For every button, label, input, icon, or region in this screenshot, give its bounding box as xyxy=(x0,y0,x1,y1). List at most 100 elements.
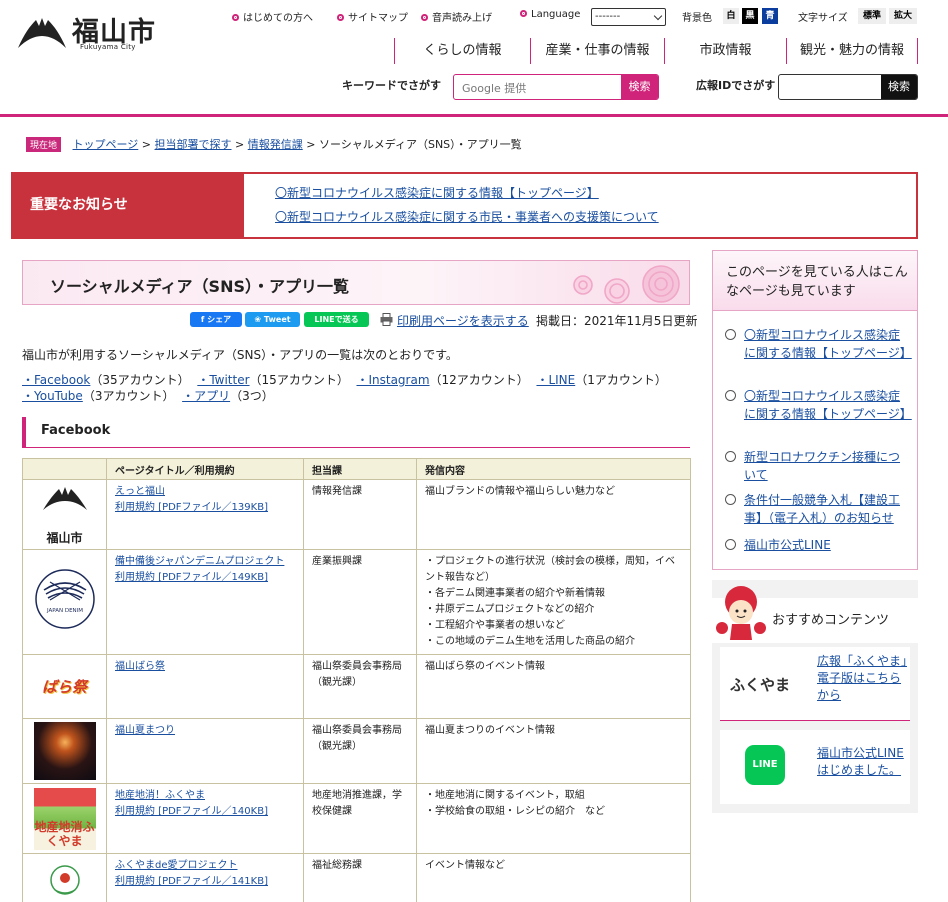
id-search-input[interactable]: 検索 xyxy=(778,74,918,100)
breadcrumb-top[interactable]: トップページ xyxy=(73,138,139,151)
font-standard-button[interactable]: 標準 xyxy=(858,8,886,24)
link-first-visit[interactable]: はじめての方へ xyxy=(232,9,313,24)
terms-link[interactable]: 利用規約 [PDFファイル／141KB] xyxy=(115,874,295,890)
terms-link[interactable]: 利用規約 [PDFファイル／140KB] xyxy=(115,804,295,820)
notice-title: 重要なお知らせ xyxy=(13,174,244,237)
account-image-cell: ばら祭 xyxy=(22,654,107,719)
account-image-cell: JAPAN DENIM xyxy=(22,549,107,655)
id-search-label: 広報IDでさがす xyxy=(696,79,776,92)
chevron-down-icon xyxy=(653,11,663,21)
recommend-item-line[interactable]: LINE 福山市公式LINEはじめました。 xyxy=(720,730,910,804)
id-search-button[interactable]: 検索 xyxy=(881,75,917,99)
related-link[interactable]: 条件付一般競争入札【建設工事】（電子入札）のお知らせ xyxy=(725,491,910,527)
index-line[interactable]: ・LINE xyxy=(536,373,575,387)
table-header: 発信内容 xyxy=(416,458,691,480)
page-link[interactable]: ふくやまde愛プロジェクト xyxy=(115,858,295,874)
terms-link[interactable]: 利用規約 [PDFファイル／149KB] xyxy=(115,570,295,586)
link-icon xyxy=(725,539,736,550)
line-send-button[interactable]: LINEで送る xyxy=(304,312,369,327)
bg-blue-button[interactable]: 青 xyxy=(762,8,778,24)
breadcrumb-dept[interactable]: 担当部署で探す xyxy=(155,138,232,151)
index-apps[interactable]: ・アプリ xyxy=(182,389,230,403)
account-image-cell: 福山市 xyxy=(22,479,107,550)
table-row: JAPAN DENIM 備中備後ジャパンデニムプロジェクト 利用規約 [PDFフ… xyxy=(22,549,691,655)
content-cell: 福山ばら祭のイベント情報 xyxy=(416,654,691,719)
content-cell: ・プロジェクトの進行状況（検討会の模様，周知，イベント報告など） ・各デニム関連… xyxy=(416,549,691,655)
bg-color-label: 背景色 xyxy=(682,13,712,24)
bg-black-button[interactable]: 黒 xyxy=(742,8,758,24)
language-select[interactable]: ------- xyxy=(591,8,666,26)
page-link[interactable]: 福山ばら祭 xyxy=(115,659,295,675)
recommend-link[interactable]: 福山市公式LINEはじめました。 xyxy=(817,745,910,779)
content-line: イベント情報など xyxy=(425,860,505,871)
content-line: 福山夏まつりのイベント情報 xyxy=(425,725,555,736)
page-link[interactable]: 福山夏まつり xyxy=(115,723,295,739)
fireworks-image xyxy=(33,722,96,780)
keyword-search-input[interactable]: Google 提供 検索 xyxy=(453,74,659,100)
important-notice: 重要なお知らせ 〇新型コロナウイルス感染症に関する情報【トップページ】 〇新型コ… xyxy=(11,172,918,239)
bara-festival-logo-icon: ばら祭 xyxy=(33,669,96,704)
recommend-item-koho[interactable]: ふくやま 広報「ふくやま」電子版はこちらから xyxy=(720,647,910,721)
bg-white-button[interactable]: 白 xyxy=(723,8,739,24)
table-header xyxy=(22,458,107,480)
print-page-link[interactable]: 印刷用ページを表示する xyxy=(397,312,529,329)
nav-living[interactable]: くらしの情報 xyxy=(394,38,530,64)
index-twitter[interactable]: ・Twitter xyxy=(197,373,249,387)
content-line: ・地産地消に関するイベント，取組 xyxy=(425,790,585,801)
related-link[interactable]: 〇新型コロナウイルス感染症に関する情報【トップページ】 xyxy=(725,326,912,362)
keyword-search-label: キーワードでさがす xyxy=(342,79,441,92)
title-cell: 福山夏まつり xyxy=(106,718,304,784)
bullet-icon xyxy=(421,14,428,21)
page-title-box: ソーシャルメディア（SNS）・アプリ一覧 xyxy=(22,260,690,305)
content-line: ・プロジェクトの進行状況（検討会の模様，周知，イベント報告など） xyxy=(425,556,675,583)
nav-industry[interactable]: 産業・仕事の情報 xyxy=(530,38,664,64)
terms-link[interactable]: 利用規約 [PDFファイル／139KB] xyxy=(115,500,295,516)
twitter-tweet-button[interactable]: ❀ Tweet xyxy=(245,312,300,327)
link-voice-reading[interactable]: 音声読み上げ xyxy=(421,9,492,24)
site-header: 福山市 Fukuyama City はじめての方へ サイトマップ 音声読み上げ … xyxy=(0,0,948,117)
index-count: （3つ） xyxy=(230,389,274,403)
table-row: 福山夏まつり 福山祭委員会事務局（観光課） 福山夏まつりのイベント情報 xyxy=(22,718,691,784)
dept-cell: 福祉総務課 xyxy=(303,853,417,902)
table-header: ページタイトル／利用規約 xyxy=(106,458,304,480)
index-instagram[interactable]: ・Instagram xyxy=(356,373,429,387)
title-cell: ふくやまde愛プロジェクト 利用規約 [PDFファイル／141KB] xyxy=(106,853,304,902)
page-link[interactable]: 備中備後ジャパンデニムプロジェクト xyxy=(115,554,295,570)
city-logo-icon[interactable] xyxy=(18,16,66,50)
breadcrumb-info-section[interactable]: 情報発信課 xyxy=(248,138,303,151)
title-cell: えっと福山 利用規約 [PDFファイル／139KB] xyxy=(106,479,304,550)
twitter-icon: ❀ xyxy=(254,315,264,324)
dept-cell: 地産地消推進課，学校保健課 xyxy=(303,783,417,854)
notice-link-covid-support[interactable]: 〇新型コロナウイルス感染症に関する市民・事業者への支援策について xyxy=(275,208,659,225)
sns-index: ・Facebook（35アカウント） ・Twitter（15アカウント） ・In… xyxy=(22,372,667,388)
notice-link-covid-info[interactable]: 〇新型コロナウイルス感染症に関する情報【トップページ】 xyxy=(275,184,599,201)
page-link[interactable]: 地産地消！ふくやま xyxy=(115,788,295,804)
content-line: 福山ばら祭のイベント情報 xyxy=(425,661,545,672)
recommend-link[interactable]: 広報「ふくやま」電子版はこちらから xyxy=(817,653,910,704)
font-large-button[interactable]: 拡大 xyxy=(889,8,917,24)
related-link[interactable]: 〇新型コロナウイルス感染症に関する情報【トップページ】 xyxy=(725,387,912,423)
link-sitemap[interactable]: サイトマップ xyxy=(337,9,408,24)
japan-denim-logo-icon: JAPAN DENIM xyxy=(34,569,95,629)
index-facebook[interactable]: ・Facebook xyxy=(22,373,90,387)
related-pages-title: このページを見ている人はこんなページも見ています xyxy=(713,251,917,311)
keyword-search-button[interactable]: 検索 xyxy=(621,75,658,99)
related-link[interactable]: 福山市公式LINE xyxy=(725,536,910,554)
link-icon xyxy=(725,451,736,462)
link-language[interactable]: Language xyxy=(520,9,580,20)
facebook-share-button[interactable]: f シェア xyxy=(190,312,242,327)
de-ai-project-logo-icon xyxy=(49,864,80,895)
nav-city-admin[interactable]: 市政情報 xyxy=(664,38,786,64)
nav-tourism[interactable]: 観光・魅力の情報 xyxy=(786,38,918,64)
dept-cell: 福山祭委員会事務局（観光課） xyxy=(303,654,417,719)
intro-text: 福山市が利用するソーシャルメディア（SNS）・アプリの一覧は次のとおりです。 xyxy=(22,348,458,362)
page-title: ソーシャルメディア（SNS）・アプリ一覧 xyxy=(50,277,349,296)
index-youtube[interactable]: ・YouTube xyxy=(22,389,83,403)
account-image-cell xyxy=(22,853,107,902)
fukuyama-logo-icon xyxy=(42,486,87,510)
table-header-row: ページタイトル／利用規約 担当課 発信内容 xyxy=(22,458,691,480)
related-link[interactable]: 新型コロナワクチン接種について xyxy=(725,448,910,484)
content-cell: 福山夏まつりのイベント情報 xyxy=(416,718,691,784)
page-link[interactable]: えっと福山 xyxy=(115,484,295,500)
dept-cell: 福山祭委員会事務局（観光課） xyxy=(303,718,417,784)
